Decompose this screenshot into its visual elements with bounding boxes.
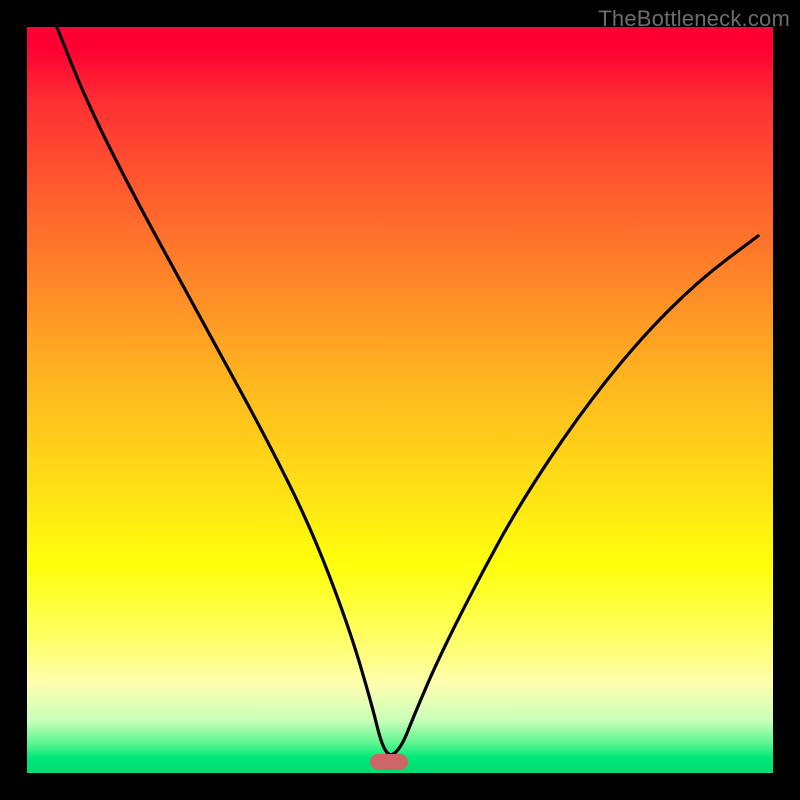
bottleneck-curve	[27, 27, 773, 773]
optimum-marker	[370, 754, 408, 770]
chart-frame: TheBottleneck.com	[0, 0, 800, 800]
plot-area	[27, 27, 773, 773]
